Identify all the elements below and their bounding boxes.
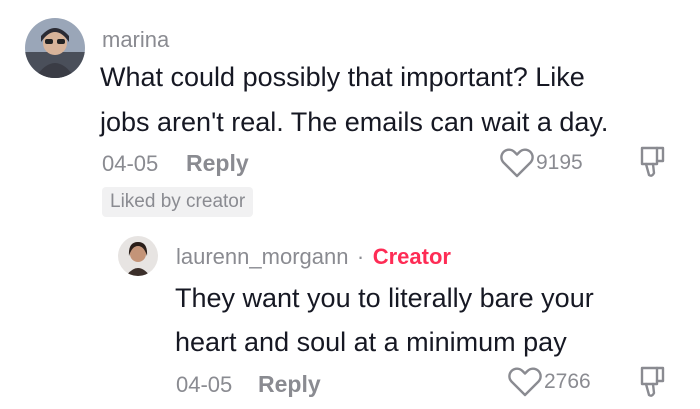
heart-icon [500, 148, 534, 178]
avatar[interactable] [25, 18, 85, 78]
reply-text-line-2: heart and soul at a minimum pay [175, 327, 567, 357]
creator-label: Creator [372, 244, 451, 269]
reply-date: 04-05 [176, 372, 233, 397]
reply-header: laurenn_morgann · Creator [176, 244, 451, 270]
like-button[interactable]: 2766 [505, 364, 620, 400]
like-count: 2766 [544, 370, 591, 393]
separator-dot: · [356, 244, 365, 269]
dislike-icon[interactable] [634, 143, 670, 181]
dislike-icon[interactable] [634, 363, 670, 401]
liked-by-creator-badge: Liked by creator [102, 187, 254, 217]
reply-button[interactable]: Reply [258, 371, 321, 398]
comment-date: 04-05 [102, 151, 159, 176]
heart-icon [508, 367, 542, 397]
avatar-image [118, 236, 158, 276]
comment-username[interactable]: marina [102, 27, 169, 53]
like-count: 9195 [536, 151, 583, 174]
comment-text-line-2: jobs aren't real. The emails can wait a … [100, 107, 609, 137]
creator-avatar[interactable] [118, 236, 158, 276]
reply-text-line-1: They want you to literally bare your [175, 283, 594, 313]
like-button[interactable]: 9195 [497, 145, 617, 181]
reply-button[interactable]: Reply [186, 150, 249, 177]
reply-username[interactable]: laurenn_morgann [176, 244, 348, 269]
comment-text-line-1: What could possibly that important? Like [100, 62, 585, 92]
avatar-image [25, 18, 85, 78]
